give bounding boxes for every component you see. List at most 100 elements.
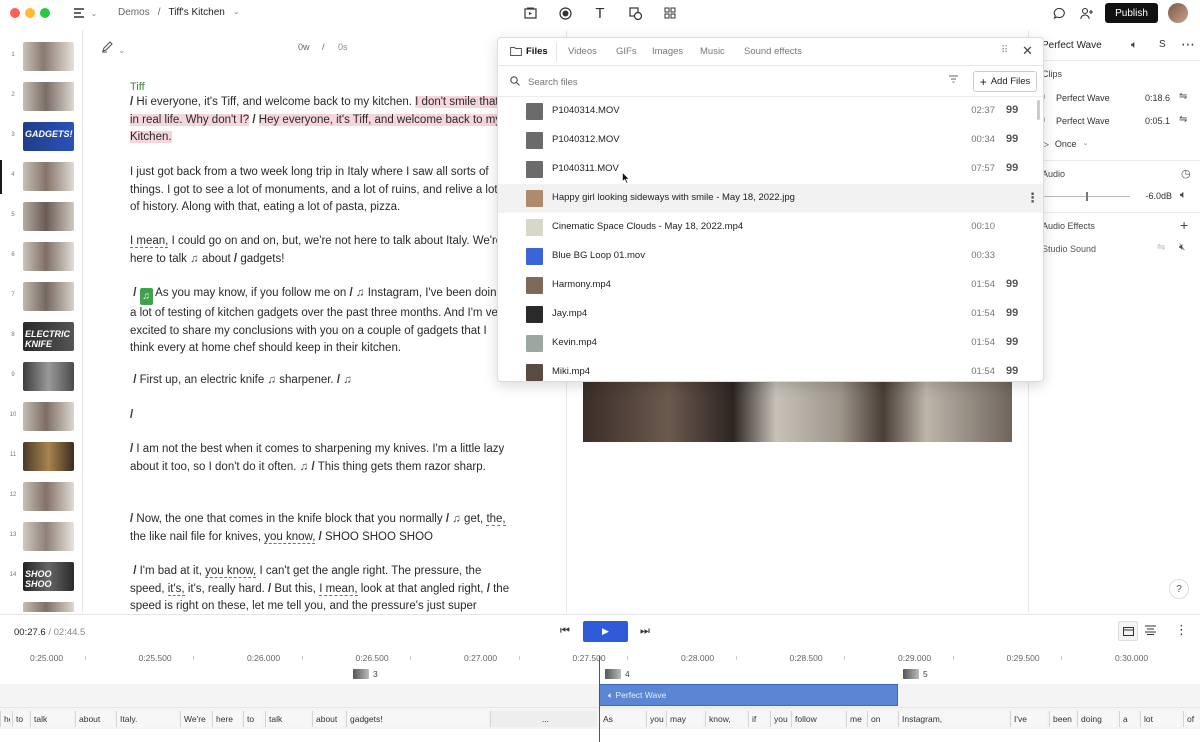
filter-icon[interactable] xyxy=(949,75,958,85)
tab-videos[interactable]: Videos xyxy=(568,46,597,57)
tab-sound-effects[interactable]: Sound effects xyxy=(744,46,802,57)
word-segment[interactable]: follow xyxy=(791,711,844,727)
breadcrumb-current[interactable]: Tiff's Kitchen xyxy=(168,7,224,18)
tab-images[interactable]: Images xyxy=(652,46,683,57)
close-icon[interactable]: ✕ xyxy=(1022,43,1033,59)
drag-handle-icon[interactable]: ⠿ xyxy=(1001,45,1008,56)
word-segment[interactable]: he xyxy=(0,711,10,727)
file-row[interactable]: P1040312.MOV 00:34 99 xyxy=(498,126,1043,155)
speaker-volume-icon[interactable]: 🔈︎ xyxy=(1180,189,1187,202)
transcript-icon[interactable]: 99 xyxy=(1006,307,1018,319)
scene-thumbnail-item[interactable]: 11 xyxy=(0,440,82,476)
transcript-icon[interactable]: 99 xyxy=(1006,336,1018,348)
scene-thumbnail[interactable] xyxy=(23,282,74,311)
scene-thumbnail[interactable] xyxy=(23,362,74,391)
file-row[interactable]: Happy girl looking sideways with smile -… xyxy=(498,184,1043,213)
word-segment[interactable]: me xyxy=(846,711,865,727)
filler-word[interactable]: I mean, xyxy=(130,235,169,248)
clip-row[interactable]: 🔈︎ Perfect Wave 0:05.1 ⇋ xyxy=(1042,113,1192,131)
video-preview[interactable] xyxy=(583,382,1012,442)
word-segment[interactable]: to xyxy=(12,711,28,727)
scene-marker[interactable]: 4 xyxy=(605,669,630,679)
scene-thumbnail-item[interactable]: 13 xyxy=(0,520,82,556)
file-row[interactable]: P1040314.MOV 02:37 99 xyxy=(498,97,1043,126)
file-row[interactable]: Blue BG Loop 01.mov 00:33 xyxy=(498,242,1043,271)
script-text[interactable]: about xyxy=(202,253,231,265)
scene-thumbnail-item[interactable]: 4 xyxy=(0,160,82,196)
scene-thumbnail-item[interactable]: 10 xyxy=(0,400,82,436)
scene-thumbnail-item[interactable]: 9 xyxy=(0,360,82,396)
script-paragraph[interactable]: / Hi everyone, it's Tiff, and welcome ba… xyxy=(130,94,510,147)
scene-icon[interactable] xyxy=(522,5,538,21)
more-vertical-icon[interactable]: ⋮ xyxy=(1026,190,1039,206)
add-user-icon[interactable] xyxy=(1079,5,1095,21)
file-row[interactable]: Miki.mp4 01:54 99 xyxy=(498,358,1043,381)
transcript-icon[interactable]: 99 xyxy=(1006,133,1018,145)
playhead[interactable] xyxy=(599,656,600,742)
word-segment[interactable]: if xyxy=(748,711,768,727)
script-paragraph[interactable]: / I am not the best when it comes to sha… xyxy=(130,441,510,476)
file-row[interactable]: P1040311.MOV 07:57 99 xyxy=(498,155,1043,184)
pen-icon[interactable]: ⌄ xyxy=(101,41,125,56)
tab-files[interactable]: Files xyxy=(526,46,548,57)
sliders-icon[interactable]: ⇋ xyxy=(1157,242,1165,253)
script-editor[interactable]: ⌄ 0w / 0s Tiff / Hi everyone, it's Tiff,… xyxy=(84,30,565,612)
scene-thumbnail-item[interactable]: 6 xyxy=(0,240,82,276)
scene-thumbnail-item[interactable]: 5 xyxy=(0,200,82,236)
script-text[interactable]: look at that angled right, xyxy=(361,583,484,595)
loop-select[interactable]: ▷ Once ⌄ xyxy=(1042,139,1088,150)
clock-icon[interactable]: ◷ xyxy=(1181,167,1191,180)
word-track[interactable]: hetotalkaboutItaly.We'reheretotalkaboutg… xyxy=(0,707,1200,729)
scrollbar[interactable] xyxy=(1037,100,1040,120)
filler-word[interactable]: you know, xyxy=(205,565,257,578)
scene-marker[interactable]: 5 xyxy=(903,669,928,679)
script-paragraph[interactable]: / ♫ As you may know, if you follow me on… xyxy=(130,285,510,358)
record-icon[interactable] xyxy=(557,5,573,21)
clip-row[interactable]: 🔈︎ Perfect Wave 0:18.6 ⇋ xyxy=(1042,90,1192,108)
scene-thumbnail[interactable] xyxy=(23,82,74,111)
music-clip-tag[interactable]: ♫ xyxy=(139,288,153,305)
audio-level[interactable]: -6.0dB xyxy=(1134,191,1172,201)
scene-thumbnail[interactable]: ELECTRIC KNIFE xyxy=(23,322,74,351)
filler-word[interactable]: you know, xyxy=(264,530,316,544)
word-segment[interactable]: Italy. xyxy=(116,711,178,727)
word-segment[interactable]: you xyxy=(646,711,664,727)
filler-word[interactable]: I mean, xyxy=(319,582,358,596)
word-segment[interactable]: talk xyxy=(265,711,310,727)
word-segment[interactable]: gadgets! xyxy=(346,711,488,727)
script-paragraph[interactable]: / First up, an electric knife ♫ sharpene… xyxy=(130,372,510,390)
skip-forward-icon[interactable]: ⏭︎ xyxy=(640,625,650,638)
solo-button[interactable]: S xyxy=(1159,39,1166,50)
mute-icon[interactable]: 🔇︎ xyxy=(1179,242,1185,253)
filler-word[interactable]: it's, xyxy=(167,582,185,596)
scene-thumbnail[interactable] xyxy=(23,162,74,191)
transcript-icon[interactable]: 99 xyxy=(1006,365,1018,377)
script-text[interactable]: First up, an electric knife xyxy=(140,374,265,386)
scene-thumbnail-item[interactable]: 15 xyxy=(0,600,82,612)
script-text[interactable]: get, xyxy=(464,513,483,525)
word-segment[interactable]: As xyxy=(599,711,644,727)
word-segment[interactable]: been xyxy=(1049,711,1075,727)
word-segment[interactable]: know, xyxy=(705,711,746,727)
scene-thumbnail[interactable] xyxy=(23,482,74,511)
script-text[interactable]: the like nail file for knives, xyxy=(130,531,261,543)
file-row[interactable]: Harmony.mp4 01:54 99 xyxy=(498,271,1043,300)
tab-music[interactable]: Music xyxy=(700,46,725,57)
file-row[interactable]: Kevin.mp4 01:54 99 xyxy=(498,329,1043,358)
chevron-down-icon[interactable]: ⌄ xyxy=(86,5,102,21)
script-text[interactable]: But this, xyxy=(274,583,316,595)
scene-thumbnail[interactable] xyxy=(23,42,74,71)
tab-gifs[interactable]: GIFs xyxy=(616,46,637,57)
window-maximize-button[interactable] xyxy=(40,8,50,18)
volume-slider-handle[interactable] xyxy=(1086,192,1088,201)
scene-thumbnail-item[interactable]: 8 ELECTRIC KNIFE xyxy=(0,320,82,356)
script-text[interactable]: Hi everyone, it's Tiff, and welcome back… xyxy=(136,96,412,108)
word-segment[interactable]: a xyxy=(1119,711,1138,727)
script-text[interactable]: gadgets! xyxy=(240,253,284,265)
more-icon[interactable]: ⋯ xyxy=(1181,36,1195,53)
script-text[interactable]: As you may know, if you follow me on xyxy=(155,287,346,299)
align-icon[interactable] xyxy=(1145,624,1156,638)
scene-thumbnail-item[interactable]: 1 xyxy=(0,40,82,76)
scene-thumbnail-item[interactable]: 7 xyxy=(0,280,82,316)
window-close-button[interactable] xyxy=(10,8,20,18)
